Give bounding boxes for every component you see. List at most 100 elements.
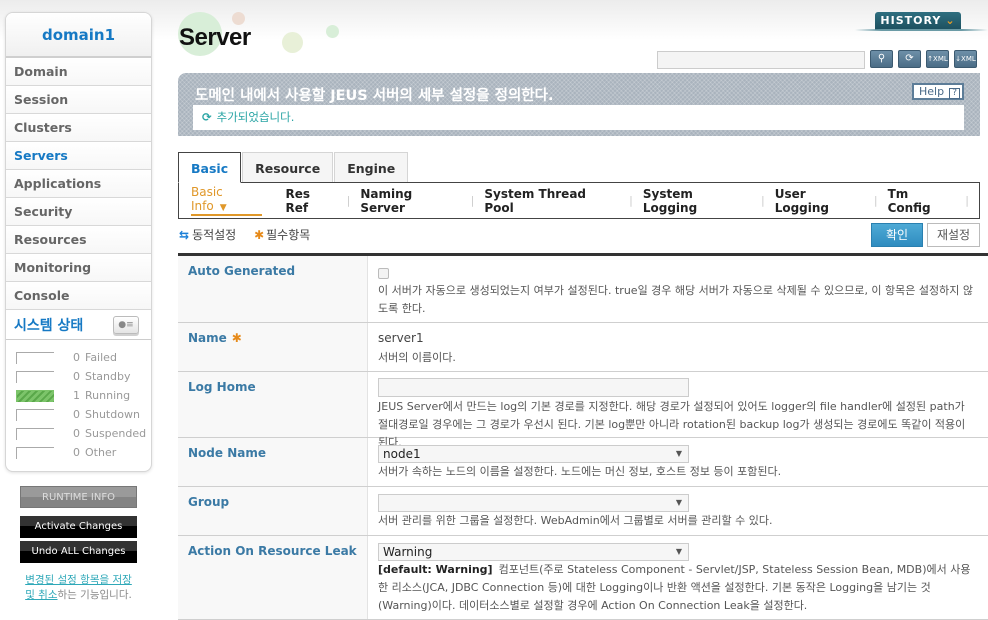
sidebar-item-security[interactable]: Security — [6, 198, 151, 226]
caret-down-icon: ▼ — [219, 203, 227, 213]
sidebar-item-console[interactable]: Console — [6, 282, 151, 310]
node-name-select[interactable]: node1 ▼ — [378, 445, 689, 463]
system-status-title: 시스템 상태 — [14, 317, 84, 334]
divider: | — [629, 194, 633, 207]
status-row-standby: 0 Standby — [16, 367, 151, 386]
sidebar-item-applications[interactable]: Applications — [6, 170, 151, 198]
side-note: 변경된 설정 항목을 저장 및 취소하는 기능입니다. — [20, 573, 137, 603]
form-row-log-home: Log Home JEUS Server에서 만드는 log의 기본 경로를 지… — [178, 372, 988, 449]
main-tabs: Basic Resource Engine — [178, 152, 409, 183]
divider: | — [873, 194, 878, 207]
select-value: Warning — [383, 545, 433, 559]
status-count: 0 — [73, 446, 80, 459]
form-row-node-name: Node Name node1 ▼ 서버가 속하는 노드의 이름을 설정한다. 노… — [178, 438, 988, 487]
side-note-text: 하는 기능입니다. — [57, 589, 132, 601]
status-label: Other — [85, 446, 117, 459]
help-button[interactable]: Help? — [912, 83, 964, 100]
field-label: Auto Generated — [178, 256, 368, 322]
xml-export-icon: ↑XML — [927, 55, 948, 63]
subtab-system-logging[interactable]: System Logging — [643, 187, 751, 215]
history-divider — [855, 29, 988, 31]
status-row-other: 0 Other — [16, 443, 151, 462]
sidebar-item-domain[interactable]: Domain — [6, 58, 151, 86]
status-count: 0 — [73, 408, 80, 421]
auto-generated-checkbox[interactable] — [378, 268, 389, 279]
field-label-text: Name — [188, 331, 227, 345]
divider: | — [346, 194, 351, 207]
status-bar — [16, 446, 54, 459]
status-bar — [16, 408, 54, 421]
field-label: Group — [178, 487, 368, 535]
legend-required: 필수항목 — [266, 228, 311, 242]
search-input[interactable] — [657, 51, 865, 69]
status-label: Standby — [85, 370, 131, 383]
dropdown-arrow-icon: ▼ — [675, 498, 682, 507]
side-buttons: RUNTIME INFO Activate Changes Undo ALL C… — [20, 486, 137, 603]
undo-all-changes-button[interactable]: Undo ALL Changes — [20, 541, 137, 563]
xml-import-button[interactable]: ↓XML — [954, 50, 977, 68]
status-bar — [16, 370, 54, 383]
sidebar-item-clusters[interactable]: Clusters — [6, 114, 151, 142]
field-label: Log Home — [178, 372, 368, 437]
field-label: Action On Resource Leak — [178, 536, 368, 619]
subtab-naming-server[interactable]: Naming Server — [360, 187, 460, 215]
subtab-basic-info[interactable]: Basic Info ▼ — [191, 185, 262, 216]
history-button[interactable]: HISTORY ⌄ — [875, 12, 961, 30]
action-on-resource-leak-select[interactable]: Warning ▼ — [378, 543, 689, 561]
search-button[interactable]: ⚲ — [870, 50, 893, 68]
tab-basic[interactable]: Basic — [178, 152, 242, 183]
status-count: 1 — [73, 389, 80, 402]
confirm-button[interactable]: 확인 — [871, 223, 923, 247]
divider: | — [470, 194, 475, 207]
field-label: Node Name — [178, 438, 368, 486]
status-label: Running — [85, 389, 131, 402]
dynamic-setting-icon: ⇆ — [179, 228, 190, 242]
group-select[interactable]: ▼ — [378, 494, 689, 512]
runtime-info-button[interactable]: RUNTIME INFO — [20, 486, 137, 508]
xml-import-icon: ↓XML — [955, 55, 976, 63]
subtab-res-ref[interactable]: Res Ref — [285, 187, 336, 215]
sidebar: domain1 Domain Session Clusters Servers … — [5, 12, 152, 472]
subtab-user-logging[interactable]: User Logging — [775, 187, 864, 215]
question-icon: ? — [949, 88, 961, 99]
status-message: 추가되었습니다. — [216, 110, 295, 124]
decor-dot — [326, 25, 339, 38]
default-value-label: [default: Warning] — [378, 563, 493, 576]
page-title: Server — [179, 24, 251, 51]
sidebar-item-session[interactable]: Session — [6, 86, 151, 114]
refresh-button[interactable]: ⟳ — [898, 50, 921, 68]
subtab-label: Basic Info — [191, 185, 223, 213]
field-description: 서버가 속하는 노드의 이름을 설정한다. 노드에는 머신 정보, 호스트 정보… — [378, 465, 782, 478]
toggle-icon[interactable]: ●≡ — [113, 315, 139, 334]
sidebar-item-resources[interactable]: Resources — [6, 226, 151, 254]
status-row-failed: 0 Failed — [16, 348, 151, 367]
subtab-tm-config[interactable]: Tm Config — [888, 187, 956, 215]
dropdown-arrow-icon: ▼ — [675, 547, 682, 556]
select-value: node1 — [383, 447, 421, 461]
required-icon: ✱ — [254, 228, 265, 242]
field-label: Name ✱ — [178, 323, 368, 371]
decor-dot — [282, 32, 303, 53]
tab-engine[interactable]: Engine — [334, 152, 409, 183]
sub-tabs: Basic Info ▼ Res Ref | Naming Server | Sy… — [178, 182, 980, 219]
legend: ⇆ 동적설정 ✱ 필수항목 — [179, 226, 310, 243]
status-row-running: 1 Running — [16, 386, 151, 405]
tab-resource[interactable]: Resource — [242, 152, 334, 183]
divider: | — [965, 194, 969, 207]
log-home-input[interactable] — [378, 378, 689, 397]
legend-dynamic: 동적설정 — [192, 228, 237, 242]
status-count: 0 — [73, 370, 80, 383]
search-icon: ⚲ — [877, 53, 886, 64]
form-row-auto-generated: Auto Generated 이 서버가 자동으로 생성되었는지 여부가 설정된… — [178, 256, 988, 323]
sidebar-item-monitoring[interactable]: Monitoring — [6, 254, 151, 282]
form-row-group: Group ▼ 서버 관리를 위한 그룹을 설정한다. WebAdmin에서 그… — [178, 487, 988, 536]
sidebar-item-servers[interactable]: Servers — [6, 142, 151, 170]
reset-button[interactable]: 재설정 — [927, 223, 980, 247]
field-description: 서버의 이름이다. — [378, 351, 456, 364]
domain-name[interactable]: domain1 — [6, 13, 151, 58]
name-value: server1 — [378, 331, 424, 345]
activate-changes-button[interactable]: Activate Changes — [20, 516, 137, 538]
page-description: 도메인 내에서 사용할 JEUS 서버의 세부 설정을 정의한다. — [195, 88, 554, 104]
subtab-system-thread-pool[interactable]: System Thread Pool — [484, 187, 619, 215]
xml-export-button[interactable]: ↑XML — [926, 50, 949, 68]
